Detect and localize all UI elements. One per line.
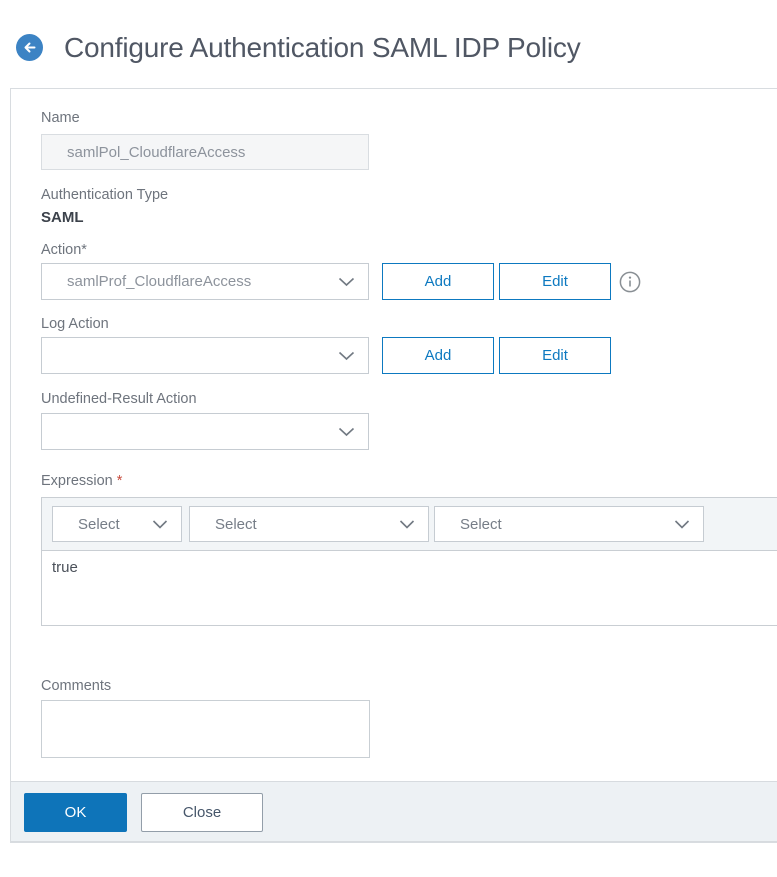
action-edit-button[interactable]: Edit	[499, 263, 611, 300]
expression-toolbar: Select Select Select	[42, 498, 777, 551]
action-select[interactable]: samlProf_CloudflareAccess	[41, 263, 369, 300]
chevron-down-icon	[338, 277, 355, 287]
required-asterisk: *	[116, 473, 123, 489]
log-action-edit-button[interactable]: Edit	[499, 337, 611, 374]
undefined-result-action-label: Undefined-Result Action	[41, 391, 197, 407]
form-panel: Name Authentication Type SAML Action* sa…	[10, 88, 777, 843]
log-action-select[interactable]	[41, 337, 369, 374]
name-label: Name	[41, 110, 80, 126]
page-title: Configure Authentication SAML IDP Policy	[64, 31, 581, 63]
close-button[interactable]: Close	[141, 793, 263, 832]
comments-input[interactable]	[41, 700, 370, 758]
log-action-add-button[interactable]: Add	[382, 337, 494, 374]
auth-type-value: SAML	[41, 209, 84, 226]
ok-button[interactable]: OK	[24, 793, 127, 832]
form-footer: OK Close	[11, 781, 777, 842]
expression-input[interactable]: true	[42, 551, 777, 625]
name-input	[41, 134, 369, 170]
log-action-label: Log Action	[41, 316, 109, 332]
info-icon[interactable]	[619, 271, 641, 293]
chevron-down-icon	[399, 519, 415, 529]
expression-select-2[interactable]: Select	[189, 506, 429, 542]
undefined-result-action-select[interactable]	[41, 413, 369, 450]
action-label: Action*	[41, 242, 87, 258]
chevron-down-icon	[338, 427, 355, 437]
chevron-down-icon	[338, 351, 355, 361]
arrow-left-icon	[22, 41, 37, 54]
expression-select-1[interactable]: Select	[52, 506, 182, 542]
expression-builder: Select Select Select true	[41, 497, 777, 626]
comments-label: Comments	[41, 678, 112, 694]
expression-select-3[interactable]: Select	[434, 506, 704, 542]
action-select-value: samlProf_CloudflareAccess	[67, 273, 252, 290]
expression-label: Expression *	[41, 473, 123, 489]
back-button[interactable]	[16, 34, 43, 61]
page-header: Configure Authentication SAML IDP Policy	[0, 0, 777, 65]
action-add-button[interactable]: Add	[382, 263, 494, 300]
auth-type-label: Authentication Type	[41, 187, 169, 203]
chevron-down-icon	[674, 519, 690, 529]
chevron-down-icon	[152, 519, 168, 529]
